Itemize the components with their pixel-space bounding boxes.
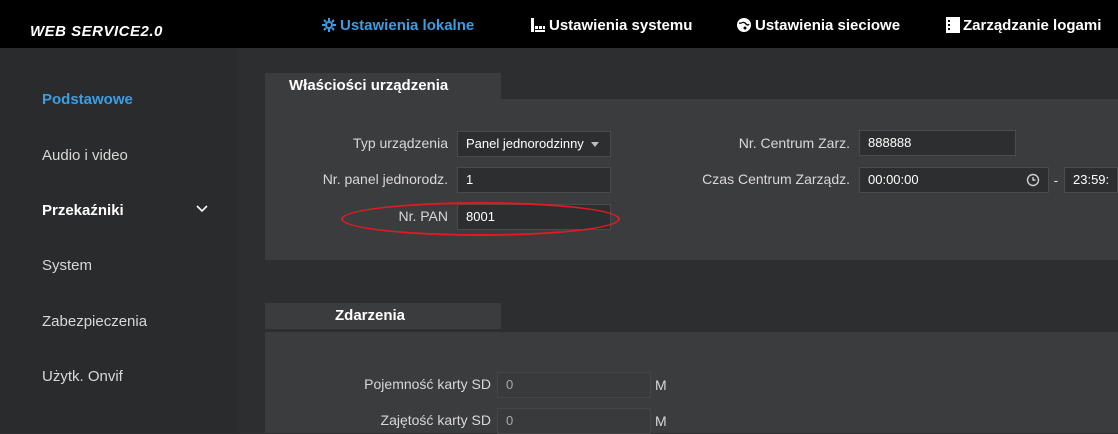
sd-used-field[interactable]: 0: [497, 408, 651, 434]
center-time-start-field[interactable]: 00:00:00: [859, 167, 1049, 193]
sidebar-item-label: Przekaźniki: [42, 202, 124, 219]
center-number-label: Nr. Centrum Zarz.: [738, 135, 850, 151]
tab-events[interactable]: Zdarzenia: [265, 303, 501, 329]
nav-tab-label: Ustawienia sieciowe: [755, 17, 901, 34]
sd-capacity-field[interactable]: 0: [497, 372, 651, 398]
sidebar-item-onvif-user[interactable]: Użytk. Onvif: [42, 368, 123, 385]
nav-tab-label: Zarządzanie logami: [963, 17, 1102, 34]
app-logo: WEB SERVICE2.0: [30, 23, 163, 40]
gear-icon: [321, 17, 337, 40]
sidebar-item-basic[interactable]: Podstawowe: [42, 91, 133, 108]
sd-used-unit: M: [655, 413, 667, 429]
nav-tab-network-settings[interactable]: Ustawienia sieciowe: [736, 15, 900, 37]
panel-number-label: Nr. panel jednorodz.: [322, 171, 448, 187]
sidebar-item-system[interactable]: System: [42, 257, 92, 274]
sd-capacity-label: Pojemność karty SD: [364, 376, 491, 392]
sidebar-item-security[interactable]: Zabezpieczenia: [42, 313, 147, 330]
center-time-label: Czas Centrum Zarządz.: [702, 171, 850, 187]
time-range-dash: -: [1053, 172, 1059, 188]
sd-capacity-unit: M: [655, 377, 667, 393]
top-navigation-bar: WEB SERVICE2.0 Ustawienia lokalne Ustawi…: [0, 0, 1118, 48]
sidebar-item-audio-video[interactable]: Audio i video: [42, 147, 128, 164]
nav-tab-log-management[interactable]: Zarządzanie logami: [946, 15, 1101, 37]
highlight-ellipse: [341, 202, 620, 236]
nav-tab-system-settings[interactable]: Ustawienia systemu: [530, 15, 692, 37]
nav-tab-label: Ustawienia lokalne: [340, 17, 475, 34]
sidebar-item-relays[interactable]: Przekaźniki: [42, 202, 222, 219]
device-type-label: Typ urządzenia: [353, 135, 448, 151]
center-time-end-field[interactable]: 23:59:: [1064, 167, 1118, 193]
device-type-value: Panel jednorodzinny: [466, 136, 584, 151]
grid-icon: [530, 17, 546, 40]
nav-tab-local-settings[interactable]: Ustawienia lokalne: [321, 15, 474, 37]
device-type-select[interactable]: Panel jednorodzinny: [457, 131, 611, 157]
log-icon: [946, 17, 960, 40]
center-number-field[interactable]: 888888: [859, 130, 1016, 156]
nav-tab-label: Ustawienia systemu: [549, 17, 693, 34]
sd-used-label: Zajętość karty SD: [380, 412, 491, 428]
panel-number-field[interactable]: 1: [457, 167, 611, 193]
chevron-down-icon[interactable]: [196, 202, 208, 221]
clock-icon[interactable]: [1026, 168, 1040, 192]
dropdown-arrow-icon: [590, 132, 600, 156]
globe-icon: [736, 17, 752, 40]
center-time-start-value: 00:00:00: [868, 172, 919, 187]
tab-device-properties[interactable]: Właściości urządzenia: [265, 73, 501, 99]
